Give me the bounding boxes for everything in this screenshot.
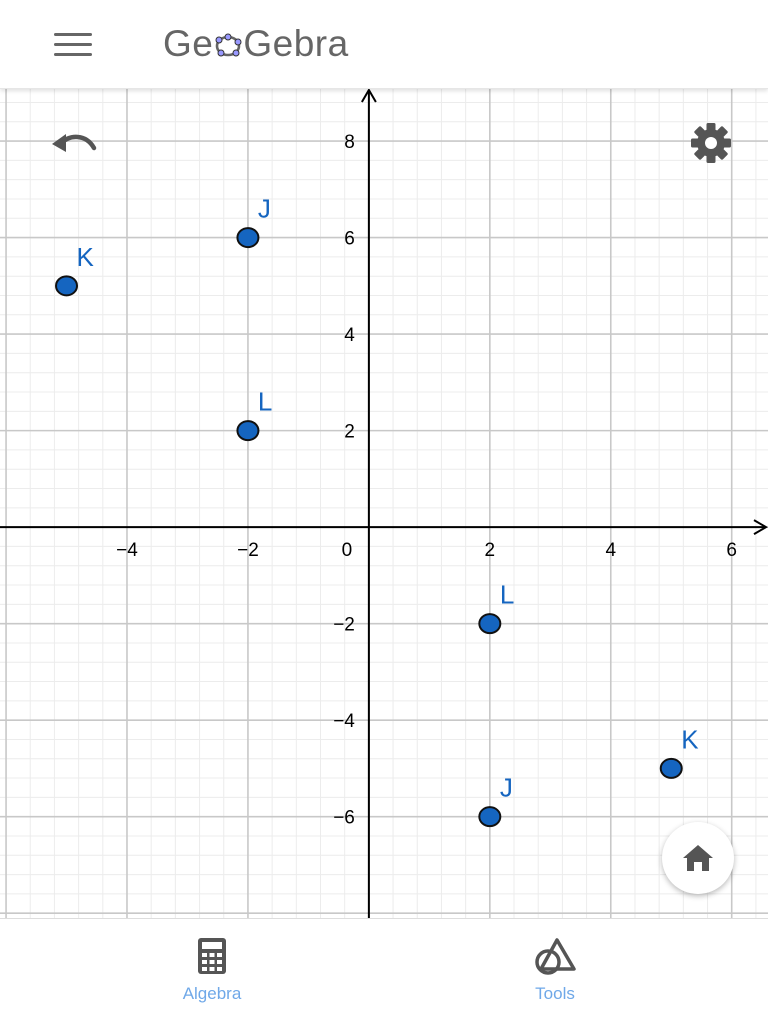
tick-labels: −4 −2 2 4 6 8 6 4 2 −2 −4 −6 0 xyxy=(116,132,737,829)
x-tick-label: 2 xyxy=(485,540,496,561)
point-l xyxy=(478,613,502,635)
point-j xyxy=(478,806,502,828)
major-grid xyxy=(0,88,768,918)
tab-algebra[interactable]: Algebra xyxy=(152,937,272,1017)
calculator-icon xyxy=(198,938,226,974)
undo-icon xyxy=(52,134,97,152)
x-tick-label: −4 xyxy=(116,540,138,561)
geogebra-logo-icon xyxy=(215,33,242,57)
x-tick-label: 4 xyxy=(605,540,616,561)
y-tick-label: −2 xyxy=(333,615,355,636)
undo-button[interactable] xyxy=(48,128,100,162)
y-tick-label: 2 xyxy=(344,422,355,443)
tab-tools-label: Tools xyxy=(535,984,575,1003)
graphics-view[interactable]: −4 −2 2 4 6 8 6 4 2 −2 −4 −6 0 J K L L K J xyxy=(0,88,768,918)
point-label: L xyxy=(258,387,272,417)
point-label: K xyxy=(681,724,699,754)
point-l xyxy=(236,420,260,442)
tab-tools[interactable]: Tools xyxy=(495,937,615,1017)
hamburger-menu-icon xyxy=(54,33,92,36)
point-label: J xyxy=(258,194,271,224)
logo-suffix: Gebra xyxy=(243,23,349,64)
coordinate-plane[interactable]: −4 −2 2 4 6 8 6 4 2 −2 −4 −6 0 J K L L K J xyxy=(0,88,768,918)
logo-prefix: Ge xyxy=(163,23,214,64)
point-k xyxy=(659,757,683,779)
hamburger-line xyxy=(54,43,92,46)
point-label: L xyxy=(500,580,514,610)
tools-shapes-icon xyxy=(535,938,576,975)
axes xyxy=(0,88,768,918)
home-button[interactable] xyxy=(662,822,734,894)
point-label: J xyxy=(500,773,513,803)
home-icon xyxy=(683,845,713,871)
origin-label: 0 xyxy=(342,540,353,561)
y-tick-label: −4 xyxy=(333,711,355,732)
y-tick-label: 4 xyxy=(344,325,355,346)
gear-icon xyxy=(691,123,731,163)
points: J K L L K J xyxy=(55,194,699,828)
point-label: K xyxy=(77,242,95,272)
minor-grid xyxy=(0,88,768,918)
hamburger-line xyxy=(54,53,92,56)
bottom-bar: Algebra Tools xyxy=(0,918,768,1025)
geogebra-logo: Ge Gebra xyxy=(163,22,349,66)
menu-button[interactable] xyxy=(52,30,94,60)
tab-algebra-label: Algebra xyxy=(182,984,242,1003)
y-tick-label: −6 xyxy=(333,808,355,829)
top-bar: Ge Gebra xyxy=(0,0,768,89)
y-tick-label: 8 xyxy=(344,132,355,153)
x-tick-label: −2 xyxy=(237,540,259,561)
point-j xyxy=(236,227,260,249)
x-tick-label: 6 xyxy=(726,540,737,561)
y-tick-label: 6 xyxy=(344,229,355,250)
settings-button[interactable] xyxy=(688,120,734,166)
point-k xyxy=(55,275,79,297)
